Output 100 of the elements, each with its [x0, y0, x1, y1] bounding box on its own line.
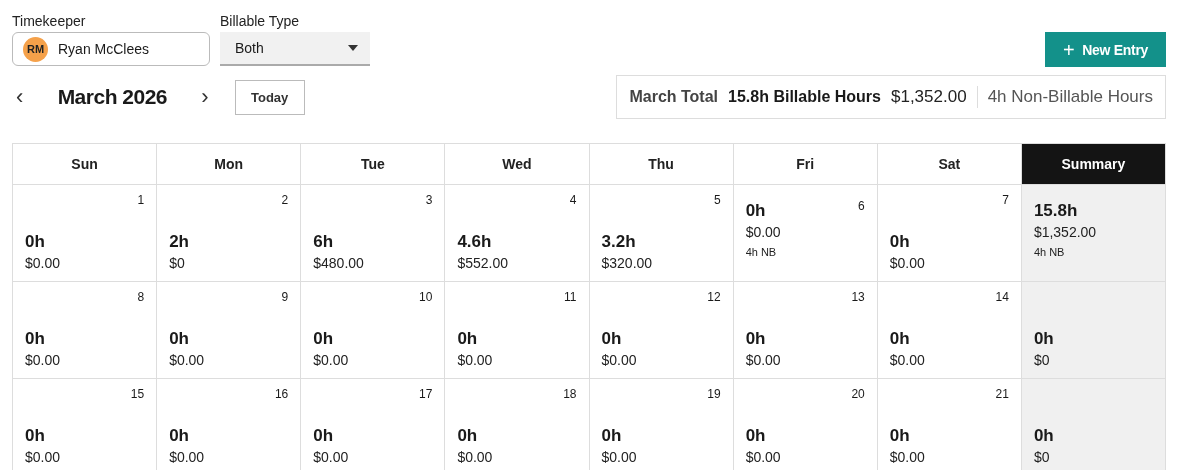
- column-header: Sun: [13, 144, 158, 185]
- day-number: 15: [130, 387, 145, 401]
- amount-text: $0.00: [25, 352, 62, 368]
- timekeeper-field[interactable]: RM Ryan McClees: [12, 32, 210, 66]
- caret-icon: [348, 45, 358, 51]
- hours-text: 0h: [25, 329, 46, 349]
- day-cell[interactable]: 2 2h $0: [157, 185, 302, 282]
- day-cell[interactable]: 14 0h $0.00: [877, 282, 1022, 379]
- hours-text: 15.8h: [1033, 201, 1078, 221]
- hours-text: 0h: [889, 426, 911, 446]
- day-cell[interactable]: 5 3.2h $320.00: [589, 185, 734, 282]
- day-number: 8: [137, 290, 145, 304]
- amount-text: $480.00: [313, 255, 365, 271]
- hours-text: 0h: [25, 232, 46, 252]
- amount-text: $0.00: [889, 255, 926, 271]
- day-cell[interactable]: 11 0h $0.00: [445, 282, 590, 379]
- column-header: Tue: [301, 144, 446, 185]
- day-cell[interactable]: 8 0h $0.00: [13, 282, 158, 379]
- hours-text: 0h: [889, 232, 911, 252]
- day-number: 6: [858, 199, 865, 213]
- day-number: 10: [419, 290, 433, 304]
- amount-text: $0: [169, 255, 186, 271]
- day-number: 21: [995, 387, 1009, 401]
- field-label: Billable Type: [220, 12, 301, 30]
- billable-hours-text: 15.8h Billable Hours: [728, 88, 881, 106]
- hours-text: 0h: [313, 426, 335, 446]
- day-number: 5: [713, 193, 721, 207]
- day-number: 19: [707, 387, 721, 401]
- amount-text: $0.00: [745, 352, 782, 368]
- next-month-button[interactable]: ›: [197, 86, 213, 108]
- hours-text: 0h: [745, 426, 767, 446]
- amount-text: $0.00: [601, 449, 638, 465]
- amount-text: $0.00: [169, 352, 206, 368]
- total-amount-text: $1,352.00: [891, 87, 967, 107]
- hours-text: 0h: [313, 329, 335, 349]
- amount-text: $0.00: [745, 224, 782, 240]
- hours-text: 0h: [745, 329, 767, 349]
- amount-text: $0.00: [25, 449, 62, 465]
- day-number: 18: [563, 387, 577, 401]
- day-number: 9: [281, 290, 289, 304]
- summary-cell[interactable]: 0h $0: [1021, 282, 1166, 379]
- amount-text: $0.00: [745, 449, 782, 465]
- non-billable-text: 4h NB: [745, 246, 778, 258]
- amount-text: $0.00: [889, 352, 926, 368]
- day-cell[interactable]: 13 0h $0.00: [733, 282, 878, 379]
- hours-text: 0h: [745, 201, 766, 221]
- day-cell[interactable]: 0h 6 $0.00 4h NB: [733, 185, 878, 282]
- month-title: March 2026: [56, 85, 169, 109]
- field-label: Timekeeper: [12, 12, 87, 30]
- day-cell[interactable]: 12 0h $0.00: [589, 282, 734, 379]
- amount-text: $0.00: [457, 352, 494, 368]
- hours-text: 0h: [169, 426, 190, 446]
- day-number: 13: [851, 290, 865, 304]
- day-number: 3: [425, 193, 433, 207]
- avatar: RM: [23, 36, 48, 62]
- hours-text: 0h: [601, 329, 623, 349]
- amount-text: $1,352.00: [1033, 224, 1098, 240]
- hours-text: 0h: [457, 426, 479, 446]
- day-number: 4: [569, 193, 577, 207]
- day-number: 14: [995, 290, 1009, 304]
- day-cell[interactable]: 3 6h $480.00: [301, 185, 446, 282]
- column-header: Fri: [733, 144, 878, 185]
- amount-text: $552.00: [457, 255, 509, 271]
- day-cell[interactable]: 10 0h $0.00: [301, 282, 446, 379]
- day-number: 16: [274, 387, 289, 401]
- column-header: Wed: [445, 144, 590, 185]
- amount-text: $320.00: [601, 255, 654, 271]
- new-entry-button[interactable]: + New Entry: [1045, 32, 1166, 67]
- non-billable-hours-text: 4h Non-Billable Hours: [987, 87, 1153, 107]
- day-cell[interactable]: 7 0h $0.00: [877, 185, 1022, 282]
- day-number: 20: [851, 387, 865, 401]
- amount-text: $0: [1033, 449, 1051, 465]
- amount-text: $0.00: [25, 255, 62, 271]
- day-cell[interactable]: 4 4.6h $552.00: [445, 185, 590, 282]
- hours-text: 4.6h: [457, 232, 493, 252]
- day-number: 7: [1002, 193, 1009, 207]
- hours-text: 3.2h: [601, 232, 637, 252]
- total-label: March Total: [629, 88, 719, 106]
- hours-text: 0h: [25, 426, 46, 446]
- day-cell[interactable]: 9 0h $0.00: [157, 282, 302, 379]
- hours-text: 0h: [457, 329, 479, 349]
- amount-text: $0.00: [601, 352, 638, 368]
- billable-type-dropdown[interactable]: Both: [220, 32, 370, 66]
- summary-cell[interactable]: 0h $0: [1021, 379, 1166, 470]
- hours-text: 0h: [601, 426, 623, 446]
- column-header: Summary: [1021, 144, 1166, 185]
- column-header: Mon: [157, 144, 302, 185]
- hours-text: 0h: [1033, 426, 1055, 446]
- day-number: 17: [419, 387, 433, 401]
- amount-text: $0.00: [313, 352, 350, 368]
- hours-text: 2h: [169, 232, 190, 252]
- today-button[interactable]: Today: [234, 79, 305, 115]
- hours-text: 0h: [1033, 329, 1055, 349]
- day-number: 2: [281, 193, 289, 207]
- day-cell[interactable]: 1 0h $0.00: [13, 185, 158, 282]
- non-billable-text: 4h NB: [1033, 246, 1066, 258]
- previous-month-button[interactable]: ‹: [12, 86, 28, 108]
- amount-text: $0: [1033, 352, 1051, 368]
- summary-cell[interactable]: 15.8h $1,352.00 4h NB: [1021, 185, 1166, 282]
- column-header: Sat: [877, 144, 1022, 185]
